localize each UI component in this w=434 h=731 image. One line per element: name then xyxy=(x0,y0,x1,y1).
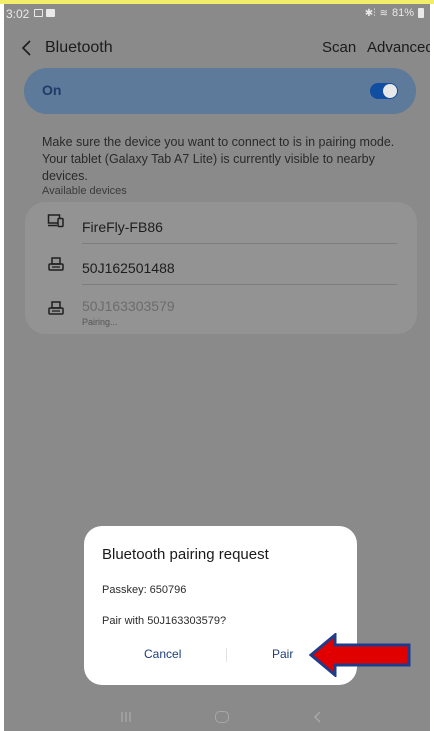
list-item-device-3[interactable]: 50J163303579 Pairing... xyxy=(25,288,417,328)
button-separator xyxy=(226,648,227,662)
list-item-device-2[interactable]: 50J162501488 xyxy=(25,246,417,286)
printer-icon xyxy=(48,301,64,315)
bluetooth-switch[interactable] xyxy=(370,83,398,99)
dialog-title: Bluetooth pairing request xyxy=(102,546,269,563)
status-right: ✱⫶ ≋ 81% xyxy=(365,7,424,19)
device-status: Pairing... xyxy=(82,317,118,327)
passkey-text: Passkey: 650796 xyxy=(102,584,187,596)
battery-icon xyxy=(418,8,424,18)
status-bar: 3:02 ✱⫶ ≋ 81% xyxy=(4,4,430,26)
switch-knob xyxy=(383,84,397,98)
pair-question: Pair with 50J163303579? xyxy=(102,615,227,627)
nav-back-icon[interactable] xyxy=(313,710,323,724)
devices-icon xyxy=(47,214,64,228)
list-item-device-1[interactable]: FireFly-FB86 xyxy=(25,202,417,244)
scan-button[interactable]: Scan xyxy=(322,39,356,56)
chevron-left-icon xyxy=(21,40,31,56)
page-title: Bluetooth xyxy=(45,39,113,56)
pair-button[interactable]: Pair xyxy=(272,647,293,661)
device-name: 50J162501488 xyxy=(82,260,175,276)
cancel-button[interactable]: Cancel xyxy=(144,647,181,661)
pairing-info-text: Make sure the device you want to connect… xyxy=(42,135,395,183)
divider xyxy=(82,243,397,244)
advanced-button[interactable]: Advanced xyxy=(367,39,430,56)
signal-icon: ✱⫶ xyxy=(364,7,376,19)
bluetooth-state-label: On xyxy=(42,82,62,98)
annotation-arrow-icon xyxy=(309,633,411,677)
gallery-notification-icon xyxy=(34,9,43,17)
device-name: 50J163303579 xyxy=(82,298,175,314)
tablet-screen: 3:02 ✱⫶ ≋ 81% Bluetooth Scan Advanced On… xyxy=(4,4,430,731)
printer-icon xyxy=(48,257,64,271)
device-name: FireFly-FB86 xyxy=(82,219,163,235)
device-list: FireFly-FB86 50J162501488 50J163303579 P… xyxy=(25,202,417,334)
divider xyxy=(82,284,397,285)
navigation-bar xyxy=(4,701,430,731)
back-button[interactable] xyxy=(18,36,38,60)
status-time: 3:02 xyxy=(6,7,30,21)
wifi-icon: ≋ xyxy=(379,7,388,19)
notification-icons xyxy=(34,9,55,17)
app-header: Bluetooth Scan Advanced xyxy=(4,30,430,66)
message-notification-icon xyxy=(46,9,55,17)
recent-apps-icon[interactable] xyxy=(120,711,132,723)
available-devices-label: Available devices xyxy=(42,185,127,197)
bluetooth-toggle-card[interactable]: On xyxy=(24,68,416,114)
battery-percent: 81% xyxy=(391,7,414,19)
home-icon[interactable] xyxy=(215,711,229,723)
